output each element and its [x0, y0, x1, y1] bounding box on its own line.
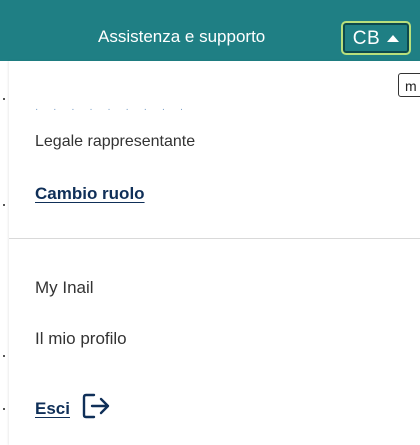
top-header-bar: Assistenza e supporto CB [0, 0, 420, 61]
menu-item-my-inail[interactable]: My Inail [35, 279, 94, 296]
user-initials: CB [352, 27, 381, 49]
background-edge [0, 61, 9, 445]
edge-mark [3, 355, 5, 357]
user-menu-button[interactable]: CB [341, 21, 411, 55]
support-link[interactable]: Assistenza e supporto [98, 28, 265, 45]
user-dropdown-menu [9, 61, 420, 445]
logout-icon [82, 392, 112, 425]
change-role-link[interactable]: Cambio ruolo [35, 185, 145, 202]
caret-up-icon [387, 34, 400, 42]
edge-mark [3, 98, 5, 100]
user-name: · · · · · · · · · [35, 104, 190, 115]
edge-mark [3, 204, 5, 206]
edge-mark [3, 408, 5, 410]
user-role: Legale rappresentante [35, 133, 196, 150]
menu-item-my-profile[interactable]: Il mio profilo [35, 330, 127, 347]
logout-label: Esci [35, 399, 70, 418]
menu-divider [9, 238, 420, 239]
tooltip: m [398, 73, 420, 97]
logout-link[interactable]: Esci [35, 392, 112, 425]
